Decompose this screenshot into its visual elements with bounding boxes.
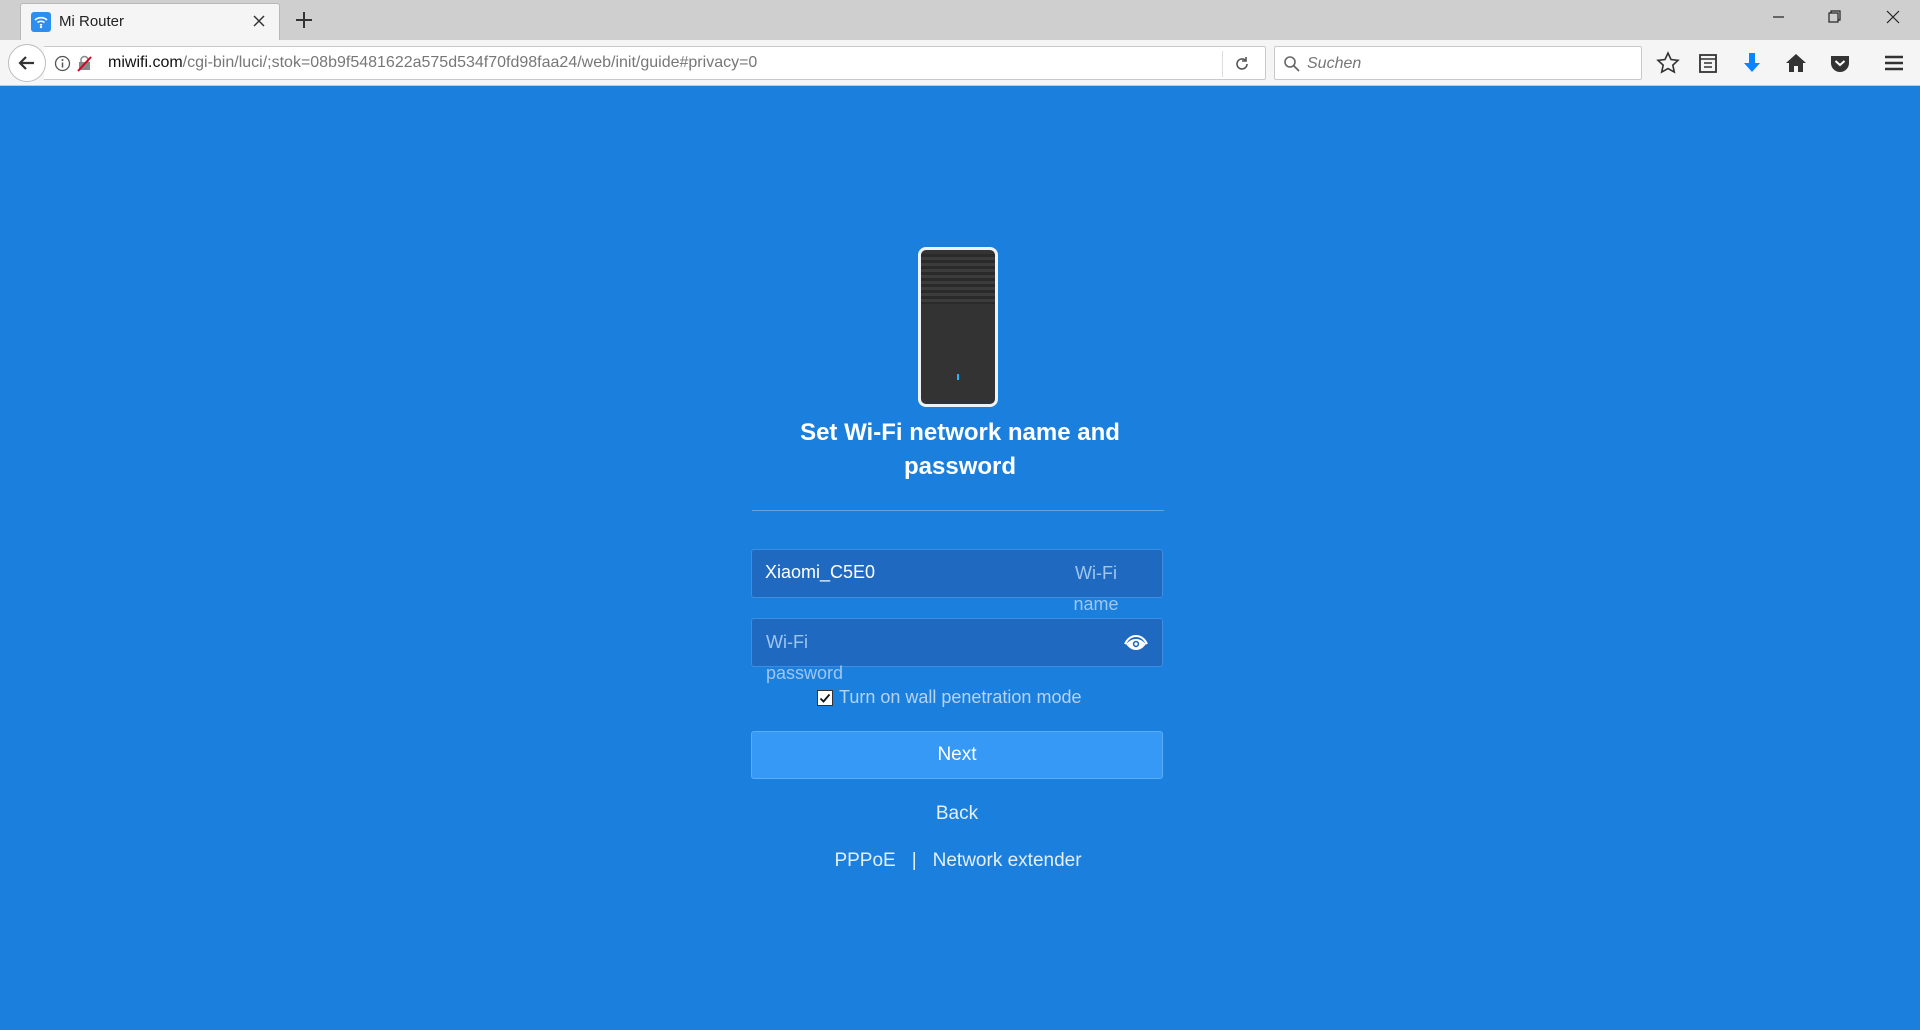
url-separator <box>1222 51 1223 77</box>
link-separator: | <box>911 850 917 871</box>
router-led <box>957 374 959 380</box>
window-close-icon[interactable] <box>1864 0 1920 34</box>
search-icon <box>1283 55 1301 77</box>
tab-title: Mi Router <box>59 13 125 30</box>
download-icon[interactable] <box>1739 50 1765 76</box>
reload-icon[interactable] <box>1232 54 1252 74</box>
network-extender-link[interactable]: Network extender <box>933 850 1082 871</box>
search-placeholder: Suchen <box>1307 55 1362 72</box>
navigation-bar: miwifi.com/cgi-bin/luci/;stok=08b9f54816… <box>0 40 1920 86</box>
wifi-favicon-icon <box>31 12 51 32</box>
show-password-eye-icon[interactable] <box>1124 633 1148 653</box>
url-host: miwifi.com <box>108 54 183 71</box>
wall-penetration-checkbox[interactable] <box>817 690 833 706</box>
search-input[interactable]: Suchen <box>1274 46 1642 80</box>
back-arrow-icon <box>18 56 34 70</box>
router-grille <box>921 254 995 304</box>
page-title: Set Wi-Fi network name and password <box>800 419 1120 480</box>
wall-penetration-label[interactable]: Turn on wall penetration mode <box>839 687 1081 708</box>
tab-close-icon[interactable] <box>249 11 269 31</box>
url-text[interactable]: miwifi.com/cgi-bin/luci/;stok=08b9f54816… <box>108 54 757 72</box>
restore-icon[interactable] <box>1806 0 1862 34</box>
insecure-lock-icon[interactable] <box>76 55 93 72</box>
divider <box>752 510 1164 511</box>
wifi-name-label: Wi-Fi name <box>1073 563 1119 614</box>
info-icon[interactable] <box>54 55 71 72</box>
checkmark-icon <box>819 693 831 703</box>
reading-list-icon[interactable] <box>1695 50 1721 76</box>
back-button[interactable] <box>8 44 46 82</box>
browser-tab[interactable]: Mi Router <box>20 3 280 40</box>
pocket-icon[interactable] <box>1827 50 1853 76</box>
minimize-icon[interactable] <box>1750 0 1806 34</box>
address-bar[interactable]: miwifi.com/cgi-bin/luci/;stok=08b9f54816… <box>44 46 1266 80</box>
next-button[interactable]: Next <box>751 731 1163 779</box>
menu-icon[interactable] <box>1881 50 1907 76</box>
wifi-password-field[interactable]: Wi-Fi password <box>751 618 1163 683</box>
url-path: /cgi-bin/luci/;stok=08b9f5481622a575d534… <box>182 54 758 71</box>
back-link[interactable]: Back <box>907 803 1007 825</box>
bookmark-star-icon[interactable] <box>1655 50 1681 76</box>
router-image <box>918 247 998 407</box>
new-tab-plus-icon[interactable] <box>292 8 316 32</box>
wifi-name-field[interactable]: Xiaomi_C5E0 Wi-Fi name <box>751 549 1163 614</box>
home-icon[interactable] <box>1783 50 1809 76</box>
tab-bar: Mi Router <box>0 0 1920 40</box>
setup-mode-links: PPPoE | Network extender <box>780 850 1136 872</box>
pppoe-link[interactable]: PPPoE <box>834 850 895 871</box>
wifi-name-value[interactable]: Xiaomi_C5E0 <box>765 562 875 583</box>
wifi-password-placeholder: Wi-Fi password <box>766 632 844 683</box>
